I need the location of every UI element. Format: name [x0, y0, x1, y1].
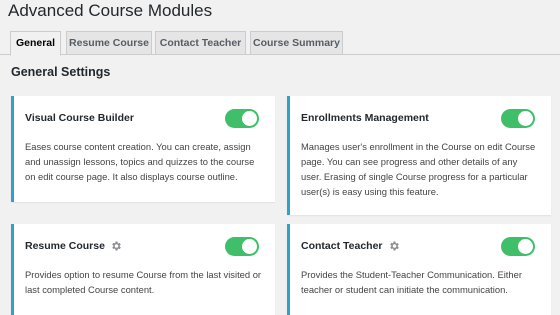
toggle-knob	[242, 111, 257, 126]
card-title-text: Enrollments Management	[301, 112, 429, 124]
card-title-text: Contact Teacher	[301, 240, 383, 252]
section-title: General Settings	[11, 65, 111, 79]
toggle-knob	[242, 239, 257, 254]
card-title: Enrollments Management	[301, 112, 429, 124]
card-description: Manages user's enrollment in the Course …	[301, 141, 536, 197]
enrollments-management-toggle[interactable]	[501, 109, 535, 128]
card-description: Provides option to resume Course from th…	[25, 269, 262, 295]
toggle-knob	[518, 111, 533, 126]
card-title-text: Visual Course Builder	[25, 112, 134, 124]
card-title: Visual Course Builder	[25, 112, 134, 124]
gear-icon[interactable]	[110, 240, 122, 252]
tab-bar: General Resume Course Contact Teacher Co…	[0, 31, 560, 56]
card-description: Eases course content creation. You can c…	[25, 141, 255, 182]
card-title: Resume Course	[25, 240, 122, 252]
tab-general[interactable]: General	[10, 31, 61, 56]
card-description: Provides the Student-Teacher Communicati…	[301, 269, 522, 295]
module-card-enrollments-management: Enrollments Management Manages user's en…	[287, 96, 551, 215]
tab-course-summary[interactable]: Course Summary	[250, 31, 343, 55]
contact-teacher-toggle[interactable]	[501, 237, 535, 256]
gear-icon[interactable]	[388, 240, 400, 252]
page-title: Advanced Course Modules	[8, 1, 213, 20]
resume-course-toggle[interactable]	[225, 237, 259, 256]
module-card-resume-course: Resume Course Provides option to resume …	[11, 224, 275, 315]
module-card-contact-teacher: Contact Teacher Provides the Student-Tea…	[287, 224, 551, 315]
visual-course-builder-toggle[interactable]	[225, 109, 259, 128]
card-title: Contact Teacher	[301, 240, 400, 252]
tab-contact-teacher[interactable]: Contact Teacher	[155, 31, 246, 55]
toggle-knob	[518, 239, 533, 254]
module-card-visual-course-builder: Visual Course Builder Eases course conte…	[11, 96, 275, 202]
tab-resume-course[interactable]: Resume Course	[66, 31, 152, 55]
card-title-text: Resume Course	[25, 240, 105, 252]
